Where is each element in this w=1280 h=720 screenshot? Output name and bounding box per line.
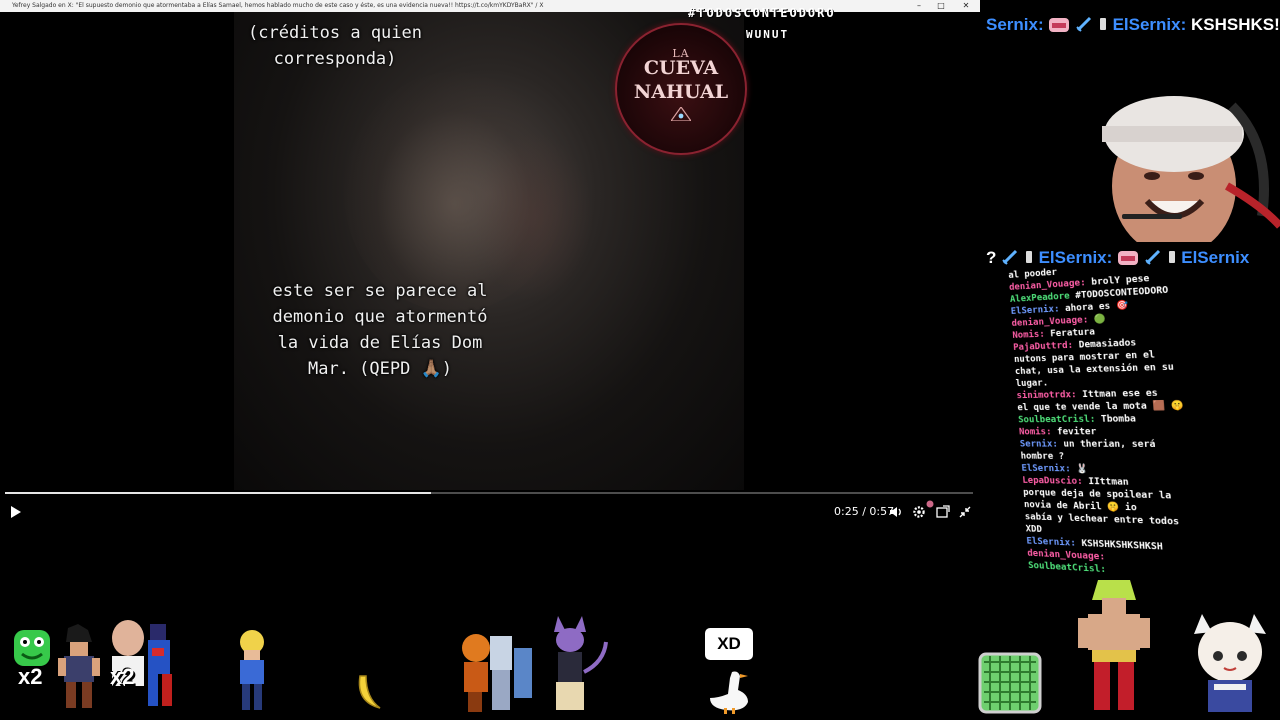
exit-fullscreen-icon[interactable] [958,505,972,519]
credits-line-2: corresponda) [273,49,397,69]
eye-icon [671,107,691,121]
multiplier-label: x2 [110,664,135,689]
monster-group-sprite [462,634,532,712]
broly-sprite [1078,580,1150,710]
logo-line-3: NAHUAL [633,81,729,103]
video-player[interactable]: (créditos a quien corresponda) este ser … [0,12,980,490]
emote-icon [1049,18,1070,32]
xd-speech-bubble: XD [705,628,753,660]
badge-icon [1025,251,1032,263]
blonde-fighter-sprite [240,630,264,710]
wunut-overlay: WUNUT [746,28,790,41]
caption-line-4: Mar. (QEPD 🙏🏽) [308,359,452,379]
caption-line-2: demonio que atormentó [272,307,488,327]
chat-message: SoulbeatCrisl: Tbomba [1017,414,1137,426]
ticker-message: KSHSHKS! [1191,15,1280,34]
anime-girl-sprite [1194,614,1266,712]
close-button[interactable]: ✕ [955,0,977,12]
sword-icon [1076,16,1092,32]
video-credits-text: (créditos a quien corresponda) [240,20,430,72]
hashtag-overlay: #TODOSCONTEODORO [688,6,836,20]
figure-shadow [474,132,594,302]
logo-line-2: CUEVA [643,57,719,79]
maximize-button[interactable]: □ [930,0,952,12]
la-cueva-logo: LA CUEVA NAHUAL [615,23,747,155]
caption-line-3: la vida de Elías Dom [277,333,483,353]
banana-sprite [358,675,381,709]
multiplier-label: x2 [18,664,43,689]
ticker-name-1: Sernix: [986,15,1044,34]
mesh-cup-sprite [978,652,1042,714]
window-title: Yefrey Salgado en X: "El supuesto demoni… [12,2,544,9]
caption-line-1: este ser se parece al [272,281,488,301]
play-icon[interactable] [8,505,22,519]
chat-message: Nomis: feviter [1018,426,1097,438]
progress-fill [5,492,431,494]
sword-icon [1002,249,1018,265]
ticker-name-2: ElSernix: [1112,15,1187,34]
time-display: 0:25 / 0:57 [834,505,895,518]
ticker-lead: ? [986,248,997,267]
fighter-sprite [58,624,100,708]
picture-in-picture-icon[interactable] [936,505,950,519]
streamer-webcam [1062,66,1280,242]
goose-sprite [710,671,748,714]
credits-line-1: (créditos a quien [248,23,422,43]
beerus-sprite [554,616,608,710]
pink-sparkle-icon [926,500,934,508]
chat-ticker-top: Sernix: ElSernix: KSHSHKS! [986,15,1280,35]
minimize-button[interactable]: – [908,0,930,12]
badge-icon [1099,18,1106,30]
volume-icon[interactable] [889,505,903,519]
video-caption: este ser se parece al demonio que atorme… [250,278,510,382]
